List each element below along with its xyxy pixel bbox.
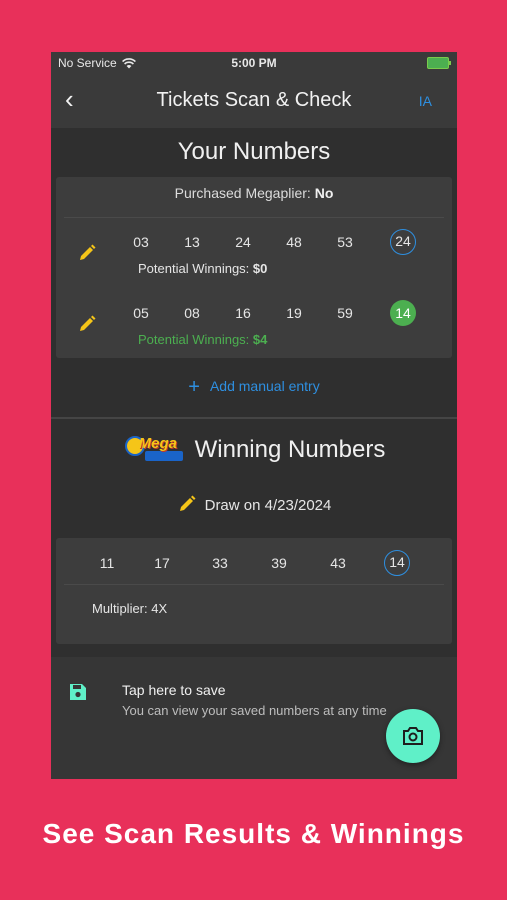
section-divider <box>51 417 457 419</box>
winning-numbers-title: Mega Winning Numbers <box>51 433 457 464</box>
ticket-number: 53 <box>337 234 353 250</box>
ticket-number: 24 <box>235 234 251 250</box>
save-subtitle: You can view your saved numbers at any t… <box>122 703 387 718</box>
save-icon <box>70 684 86 700</box>
save-title: Tap here to save <box>122 682 226 698</box>
ticket-number: 16 <box>235 305 251 321</box>
winning-number: 33 <box>212 555 228 571</box>
pencil-icon <box>179 495 196 511</box>
phone-screen: No Service 5:00 PM ‹ Tickets Scan & Chec… <box>51 52 457 779</box>
pencil-icon[interactable] <box>77 314 97 334</box>
mega-ball: 14 <box>384 550 410 576</box>
potential-winnings: Potential Winnings: $0 <box>138 261 268 276</box>
camera-scan-button[interactable] <box>386 709 440 763</box>
divider <box>64 217 444 218</box>
winning-number: 11 <box>99 555 115 571</box>
ticket-row-2: 05 08 16 19 59 14 <box>130 300 430 326</box>
ticket-number: 19 <box>286 305 302 321</box>
battery-icon <box>427 57 451 69</box>
ticket-number: 13 <box>184 234 200 250</box>
mega-ball: 24 <box>390 229 416 255</box>
page-title: Tickets Scan & Check <box>156 89 352 111</box>
ticket-number: 03 <box>133 234 149 250</box>
ticket-number: 05 <box>133 305 149 321</box>
winning-number: 43 <box>330 555 346 571</box>
ia-button[interactable]: IA <box>419 93 432 109</box>
winning-numbers-card: 11 17 33 39 43 14 Multiplier: 4X <box>56 538 452 644</box>
ticket-number: 08 <box>184 305 200 321</box>
promo-caption: See Scan Results & Winnings <box>42 818 465 849</box>
your-numbers-title: Your Numbers <box>177 138 331 165</box>
divider <box>64 584 444 585</box>
camera-icon <box>403 727 423 745</box>
status-bar: No Service 5:00 PM <box>51 52 457 74</box>
your-numbers-card: Purchased Megaplier: No 03 13 24 48 53 2… <box>56 177 452 358</box>
potential-winnings: Potential Winnings: $4 <box>138 332 268 347</box>
winning-row: 11 17 33 39 43 14 <box>94 550 410 576</box>
status-time: 5:00 PM <box>231 56 277 70</box>
pencil-icon[interactable] <box>77 243 97 263</box>
draw-date-selector[interactable]: Draw on 4/23/2024 <box>51 494 457 514</box>
winning-number: 17 <box>154 555 170 571</box>
ticket-row-1: 03 13 24 48 53 24 <box>130 229 430 255</box>
winning-number: 39 <box>271 555 287 571</box>
nav-bar: ‹ Tickets Scan & Check IA <box>51 74 457 128</box>
add-manual-entry-button[interactable]: + Add manual entry <box>51 376 457 399</box>
megaplier-status: Purchased Megaplier: No <box>174 185 334 201</box>
plus-icon: + <box>188 376 200 398</box>
mega-ball-matched: 14 <box>390 300 416 326</box>
ticket-number: 48 <box>286 234 302 250</box>
ticket-number: 59 <box>337 305 353 321</box>
mega-millions-logo: Mega <box>123 433 185 463</box>
multiplier-label: Multiplier: 4X <box>92 601 168 616</box>
